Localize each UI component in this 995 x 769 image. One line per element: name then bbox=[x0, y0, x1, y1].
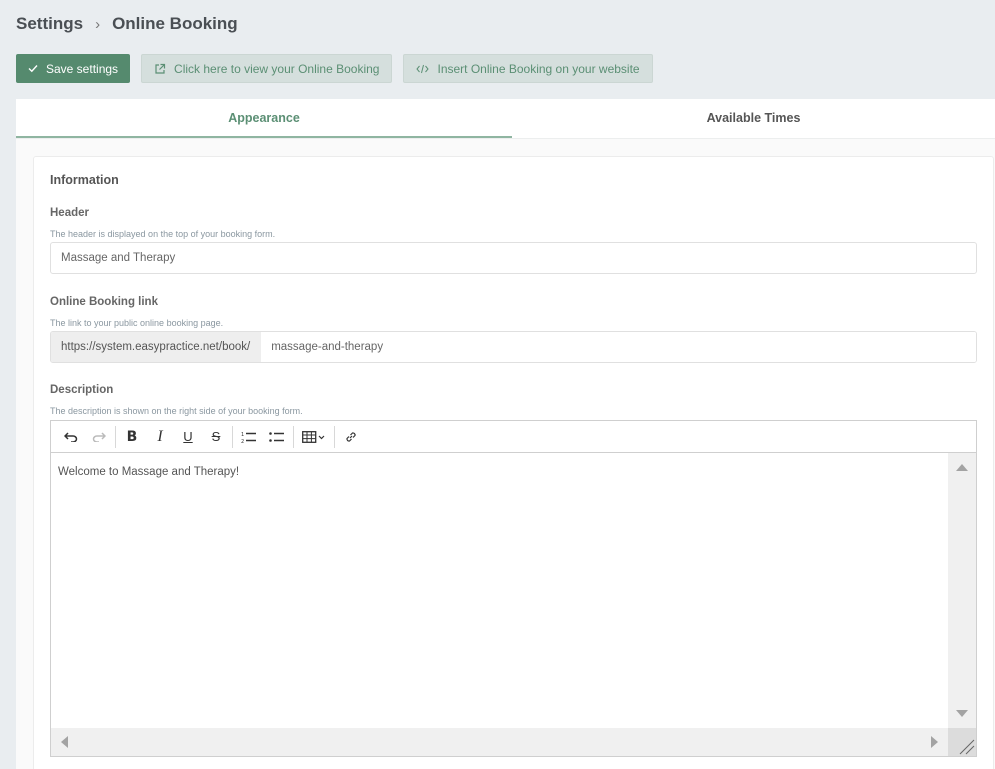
header-label: Header bbox=[50, 207, 89, 219]
tab-bar: Appearance Available Times bbox=[16, 99, 995, 139]
save-settings-button[interactable]: Save settings bbox=[16, 54, 131, 83]
scroll-up-arrow-icon[interactable] bbox=[956, 464, 968, 471]
svg-text:1: 1 bbox=[241, 432, 244, 438]
code-icon bbox=[416, 64, 430, 74]
editor-toolbar: B I U S 12 bbox=[51, 421, 976, 453]
view-online-booking-button[interactable]: Click here to view your Online Booking bbox=[141, 54, 393, 83]
scroll-left-arrow-icon[interactable] bbox=[61, 736, 68, 748]
information-card: Information Header The header is display… bbox=[33, 156, 994, 769]
check-icon bbox=[28, 64, 38, 73]
toolbar-divider bbox=[232, 425, 233, 448]
bold-icon[interactable]: B bbox=[118, 425, 146, 449]
link-icon[interactable] bbox=[337, 425, 365, 449]
description-editor: B I U S 12 Welcome to Massage and Therap… bbox=[50, 420, 977, 757]
view-online-booking-label: Click here to view your Online Booking bbox=[174, 61, 380, 76]
action-toolbar: Save settings Click here to view your On… bbox=[16, 54, 653, 83]
underline-icon[interactable]: U bbox=[174, 425, 202, 449]
section-title: Information bbox=[50, 173, 119, 187]
booking-link-group: https://system.easypractice.net/book/ ma… bbox=[50, 331, 977, 363]
description-help: The description is shown on the right si… bbox=[50, 406, 303, 416]
table-icon[interactable] bbox=[296, 425, 332, 449]
page-title: Online Booking bbox=[112, 14, 238, 33]
description-label: Description bbox=[50, 384, 114, 396]
scroll-down-arrow-icon[interactable] bbox=[956, 710, 968, 717]
undo-icon[interactable] bbox=[57, 425, 85, 449]
header-input[interactable]: Massage and Therapy bbox=[50, 242, 977, 274]
tab-appearance[interactable]: Appearance bbox=[16, 99, 512, 138]
description-editor-content[interactable]: Welcome to Massage and Therapy! bbox=[51, 453, 948, 728]
booking-link-label: Online Booking link bbox=[50, 296, 158, 308]
breadcrumb-parent[interactable]: Settings bbox=[16, 14, 83, 34]
toolbar-divider bbox=[115, 425, 116, 448]
italic-icon[interactable]: I bbox=[146, 425, 174, 449]
save-settings-label: Save settings bbox=[46, 61, 119, 76]
resize-handle-icon[interactable] bbox=[948, 728, 976, 756]
horizontal-scrollbar[interactable] bbox=[51, 728, 948, 756]
scroll-right-arrow-icon[interactable] bbox=[931, 736, 938, 748]
strikethrough-icon[interactable]: S bbox=[202, 425, 230, 449]
breadcrumb-separator: › bbox=[95, 15, 101, 33]
booking-link-prefix: https://system.easypractice.net/book/ bbox=[51, 332, 262, 362]
tab-available-times[interactable]: Available Times bbox=[512, 99, 995, 138]
header-help: The header is displayed on the top of yo… bbox=[50, 229, 276, 239]
settings-panel: Appearance Available Times Information H… bbox=[16, 99, 995, 769]
external-link-icon bbox=[154, 63, 166, 75]
vertical-scrollbar[interactable] bbox=[948, 453, 976, 728]
booking-link-input[interactable]: massage-and-therapy bbox=[261, 332, 976, 362]
ordered-list-icon[interactable]: 12 bbox=[235, 425, 263, 449]
svg-text:2: 2 bbox=[241, 439, 244, 443]
redo-icon[interactable] bbox=[85, 425, 113, 449]
toolbar-divider bbox=[334, 425, 335, 448]
insert-online-booking-label: Insert Online Booking on your website bbox=[437, 61, 640, 76]
booking-link-help: The link to your public online booking p… bbox=[50, 318, 224, 328]
bullet-list-icon[interactable] bbox=[263, 425, 291, 449]
toolbar-divider bbox=[293, 425, 294, 448]
insert-online-booking-button[interactable]: Insert Online Booking on your website bbox=[403, 54, 653, 83]
breadcrumb: Settings › Online Booking bbox=[16, 14, 238, 34]
